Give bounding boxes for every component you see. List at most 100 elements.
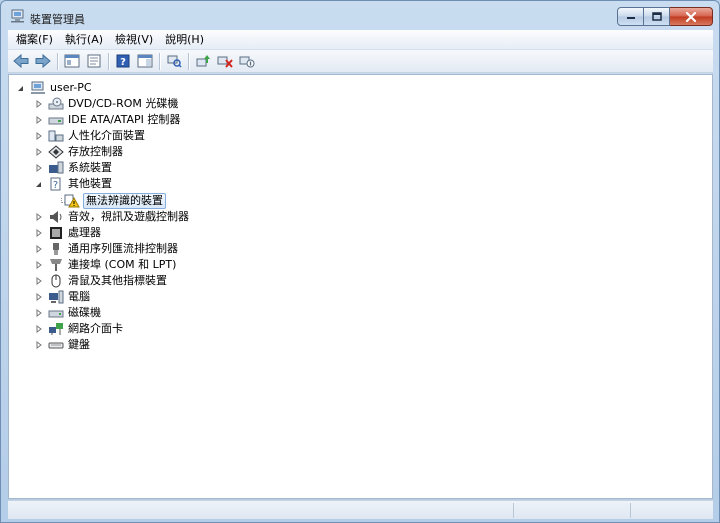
menu-view[interactable]: 檢視(V) [109, 30, 159, 50]
keyboard-icon [47, 337, 64, 353]
sound-icon [47, 209, 64, 225]
network-adapter-icon [47, 321, 64, 337]
tree-node-ide[interactable]: IDE ATA/ATAPI 控制器 [34, 112, 181, 128]
tree-node-label: 通用序列匯流排控制器 [68, 242, 178, 255]
tree-node-unknown-device[interactable]: 無法辨識的裝置 [63, 193, 166, 209]
computer-category-icon [47, 289, 64, 305]
help-icon[interactable]: ? [113, 51, 133, 71]
status-bar [8, 500, 713, 519]
close-button[interactable] [670, 7, 713, 26]
toolbar-separator [57, 52, 58, 70]
status-pane [513, 503, 514, 518]
tree-node-label: 無法辨識的裝置 [83, 193, 166, 209]
maximize-button[interactable] [644, 7, 670, 26]
minimize-icon [626, 16, 635, 19]
toolbar-separator [108, 52, 109, 70]
expand-triangle-icon[interactable] [34, 257, 43, 273]
tree-node-processor[interactable]: 處理器 [34, 225, 102, 241]
back-icon[interactable] [11, 51, 31, 71]
mouse-icon [47, 273, 64, 289]
expand-triangle-icon[interactable] [34, 144, 43, 160]
tree-node-root[interactable]: user-PC [16, 80, 93, 96]
svg-text:?: ? [120, 57, 126, 68]
collapse-triangle-icon[interactable] [16, 80, 25, 96]
expand-triangle-icon[interactable] [34, 112, 43, 128]
tree-node-mouse[interactable]: 滑鼠及其他指標裝置 [34, 273, 168, 289]
disable-device-icon[interactable] [237, 51, 257, 71]
properties-icon[interactable] [84, 51, 104, 71]
menu-action[interactable]: 執行(A) [59, 30, 109, 50]
menu-file[interactable]: 檔案(F) [8, 30, 59, 50]
tree-node-sound[interactable]: 音效，視訊及遊戲控制器 [34, 209, 190, 225]
tree-node-label: 磁碟機 [68, 306, 101, 319]
title-bar[interactable]: 裝置管理員 [1, 1, 719, 30]
tree-node-dvd[interactable]: DVD/CD-ROM 光碟機 [34, 96, 179, 112]
toolbar: ? [8, 50, 713, 73]
expand-triangle-icon[interactable] [34, 225, 43, 241]
expand-triangle-icon[interactable] [34, 321, 43, 337]
tree-node-other[interactable]: ? 其他裝置 [34, 176, 113, 192]
maximize-icon [651, 12, 662, 21]
window-title: 裝置管理員 [30, 13, 85, 26]
other-devices-icon: ? [47, 176, 64, 192]
toolbar-separator [159, 52, 160, 70]
expand-triangle-icon[interactable] [34, 337, 43, 353]
storage-controller-icon [47, 144, 64, 160]
toolbar-separator [188, 52, 189, 70]
collapse-triangle-icon[interactable] [34, 176, 43, 192]
expand-triangle-icon[interactable] [34, 289, 43, 305]
tree-node-label: 滑鼠及其他指標裝置 [68, 274, 167, 287]
tree-node-ports[interactable]: 連接埠 (COM 和 LPT) [34, 257, 177, 273]
expand-triangle-icon[interactable] [34, 96, 43, 112]
expand-triangle-icon[interactable] [34, 241, 43, 257]
svg-text:?: ? [52, 180, 57, 191]
processor-icon [47, 225, 64, 241]
disk-drive-icon [47, 305, 64, 321]
device-manager-window: 裝置管理員 檔案(F) 執行(A) 檢視(V) 說明(H) ? user-PC … [0, 0, 720, 523]
forward-icon[interactable] [33, 51, 53, 71]
ide-controller-icon [47, 112, 64, 128]
tree-node-label: 電腦 [68, 290, 90, 303]
usb-icon [47, 241, 64, 257]
hid-icon [47, 128, 64, 144]
tree-node-label: 網路介面卡 [68, 322, 123, 335]
expand-triangle-icon[interactable] [34, 160, 43, 176]
tree-node-label: 存放控制器 [68, 145, 123, 158]
tree-node-label: user-PC [50, 81, 92, 94]
dvd-drive-icon [47, 96, 64, 112]
tree-node-label: IDE ATA/ATAPI 控制器 [68, 113, 181, 126]
tree-node-label: DVD/CD-ROM 光碟機 [68, 97, 179, 110]
tree-node-system[interactable]: 系統裝置 [34, 160, 113, 176]
tree-node-label: 音效，視訊及遊戲控制器 [68, 210, 189, 223]
menu-help[interactable]: 說明(H) [159, 30, 210, 50]
expand-triangle-icon[interactable] [34, 128, 43, 144]
tree-node-usb[interactable]: 通用序列匯流排控制器 [34, 241, 179, 257]
expand-triangle-icon[interactable] [34, 209, 43, 225]
tree-node-network[interactable]: 網路介面卡 [34, 321, 124, 337]
system-devices-icon [47, 160, 64, 176]
uninstall-device-icon[interactable] [215, 51, 235, 71]
tree-node-storage[interactable]: 存放控制器 [34, 144, 124, 160]
tree-node-keyboard[interactable]: 鍵盤 [34, 337, 91, 353]
ports-icon [47, 257, 64, 273]
scan-hardware-icon[interactable] [164, 51, 184, 71]
update-driver-icon[interactable] [193, 51, 213, 71]
tree-node-label: 處理器 [68, 226, 101, 239]
device-tree-pane[interactable]: user-PC DVD/CD-ROM 光碟機 IDE ATA/ATAPI 控制器… [8, 74, 713, 499]
tree-node-label: 系統裝置 [68, 161, 112, 174]
tree-node-hid[interactable]: 人性化介面裝置 [34, 128, 146, 144]
expand-triangle-icon[interactable] [34, 305, 43, 321]
tree-node-computer[interactable]: 電腦 [34, 289, 91, 305]
menu-bar: 檔案(F) 執行(A) 檢視(V) 說明(H) [8, 30, 713, 50]
status-pane [630, 503, 631, 518]
minimize-button[interactable] [617, 7, 644, 26]
unknown-device-warning-icon [63, 193, 80, 209]
tree-node-label: 連接埠 (COM 和 LPT) [68, 258, 177, 271]
computer-icon [29, 80, 46, 96]
show-hide-console-tree-icon[interactable] [62, 51, 82, 71]
action-pane-icon[interactable] [135, 51, 155, 71]
tree-node-label: 其他裝置 [68, 177, 112, 190]
expand-triangle-icon[interactable] [34, 273, 43, 289]
device-manager-icon [10, 9, 26, 23]
tree-node-disk[interactable]: 磁碟機 [34, 305, 102, 321]
